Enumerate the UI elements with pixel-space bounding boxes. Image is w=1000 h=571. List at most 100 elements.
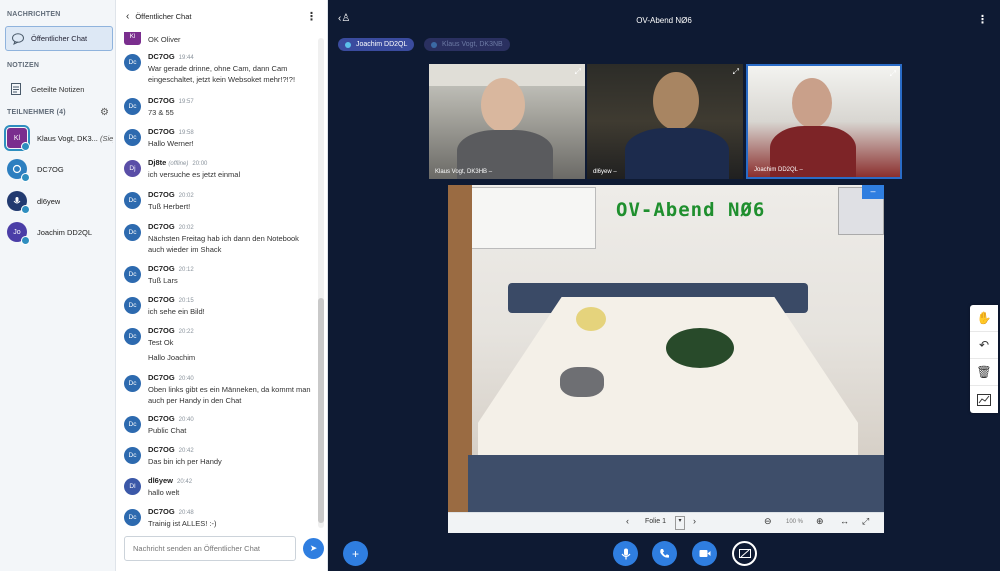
prev-slide-icon[interactable]: ‹ (626, 516, 629, 526)
fullscreen-icon[interactable]: ⤢ (890, 69, 896, 79)
presentation-area[interactable]: OV-Abend NØ6 – ‹ Folie 1 ▾ › ⊖ 100 % ⊕ ↔… (448, 185, 884, 533)
message-author: DC7OG 20:02 (148, 190, 194, 199)
undo-icon[interactable]: ↶ (970, 332, 998, 359)
chat-scrollbar[interactable] (318, 38, 324, 528)
avatar: Kl (124, 32, 141, 45)
video-camera-icon (699, 550, 710, 557)
fullscreen-icon[interactable]: ⤢ (575, 67, 581, 77)
avatar: Dc (124, 129, 141, 146)
whiteboard-multiuser-icon[interactable] (970, 386, 998, 413)
user-name: Klaus Vogt, DK3... (Sie) (37, 133, 113, 143)
user-item-dc7og[interactable]: DC7OG (7, 156, 113, 182)
message-text: ich versuche es jetzt einmal (148, 170, 241, 179)
notes-heading: NOTIZEN (7, 62, 40, 69)
message-time: 20:42 (178, 448, 194, 454)
message-text: War gerade drinne, ohne Cam, dann Cam ei… (148, 64, 296, 84)
avatar: Dc (124, 192, 141, 209)
gear-icon[interactable]: ⚙ (100, 107, 109, 118)
message-author: DC7OG 20:15 (148, 295, 194, 304)
shared-notes-item[interactable]: Geteilte Notizen (5, 78, 113, 100)
fullscreen-icon[interactable]: ⤢ (862, 516, 869, 527)
message-text: Tuß Herbert! (148, 202, 191, 211)
zoom-in-icon[interactable]: ⊕ (816, 516, 824, 527)
chat-message: Dl dl6yew 20:42 hallo welt (124, 476, 314, 498)
avatar: Dc (124, 447, 141, 464)
avatar: Dc (124, 297, 141, 314)
message-author: DC7OG 19:44 (148, 52, 194, 61)
message-time: 19:44 (178, 55, 194, 61)
public-chat-item[interactable]: Öffentlicher Chat (5, 26, 113, 51)
scrollbar-thumb[interactable] (318, 298, 324, 523)
microphone-icon (345, 41, 351, 48)
message-author: DC7OG 20:42 (148, 445, 194, 454)
share-webcam-button[interactable] (692, 541, 717, 566)
video-tile-klaus[interactable]: Klaus Vogt, DK3HB – ⤢ (429, 64, 585, 179)
advent-wreath (666, 328, 734, 368)
message-text: Test Ok (148, 338, 174, 347)
share-screen-button[interactable] (732, 541, 757, 566)
message-time: 20:02 (178, 193, 194, 199)
fullscreen-icon[interactable]: ⤢ (733, 67, 739, 77)
zoom-out-icon[interactable]: ⊖ (764, 516, 772, 527)
chevron-left-icon[interactable]: ‹ (126, 11, 129, 22)
chat-icon (12, 32, 24, 45)
slide-select[interactable]: Folie 1 (645, 518, 666, 525)
public-chat-label: Öffentlicher Chat (31, 34, 88, 43)
next-slide-icon[interactable]: › (693, 516, 696, 526)
message-time: 20:00 (192, 161, 208, 167)
chat-message: Dc DC7OG 20:02 Nächsten Freitag hab ich dan… (124, 222, 314, 255)
send-button[interactable]: ➤ (303, 538, 324, 559)
hand-tool-icon[interactable]: ✋ (970, 305, 998, 332)
chevron-down-icon[interactable]: ▾ (675, 516, 685, 530)
message-time: 20:02 (178, 225, 194, 231)
user-item-dl6yew[interactable]: dl6yew (7, 188, 113, 214)
more-options-icon[interactable]: ⋮ (306, 10, 317, 23)
main-area: ‹♙ OV-Abend NØ6 ⋮ Joachim DD2QL Klaus Vo… (328, 0, 1000, 571)
chairs-front (468, 455, 884, 512)
chat-panel: ‹ Öffentlicher Chat ⋮ Kl OK Oliver Dc DC7OG… (116, 0, 328, 571)
user-name: Joachim DD2QL (37, 227, 93, 237)
message-text: Trainig ist ALLES! :-) (148, 519, 217, 528)
wall-calendar (458, 187, 596, 249)
slide-image: OV-Abend NØ6 (448, 185, 884, 512)
avatar: Dj (124, 160, 141, 177)
mute-button[interactable] (613, 541, 638, 566)
actions-button[interactable]: + (343, 541, 368, 566)
avatar (7, 159, 30, 182)
message-text: Public Chat (148, 426, 187, 435)
cake (576, 307, 606, 331)
microphone-icon (21, 236, 30, 245)
video-label: Joachim DD2QL – (754, 167, 803, 173)
trash-icon[interactable]: 🗑 (970, 359, 998, 386)
chat-message: Dc DC7OG 20:15 ich sehe ein Bild! (124, 295, 314, 317)
avatar: Dc (124, 224, 141, 241)
chat-message: Dc DC7OG 20:22 Test Ok Hallo Joachim (124, 326, 314, 363)
user-list-sidebar: NACHRICHTEN Öffentlicher Chat NOTIZEN Ge… (0, 0, 116, 571)
message-time: 20:48 (178, 510, 194, 516)
presentation-toolbar: ‹ Folie 1 ▾ › ⊖ 100 % ⊕ ↔ ⤢ (448, 512, 884, 533)
message-author: Dj8te (offline) 20:00 (148, 158, 208, 167)
avatar: Dl (124, 478, 141, 495)
avatar (7, 191, 30, 214)
chat-message: Dc DC7OG 19:58 Hallo Werner! (124, 127, 314, 149)
user-item-joachim[interactable]: Jo Joachim DD2QL (7, 219, 113, 245)
fit-width-icon[interactable]: ↔ (840, 516, 849, 526)
message-text: 73 & 55 (148, 108, 174, 117)
chat-message: Kl OK Oliver (124, 32, 314, 45)
video-tile-dl6yew[interactable]: dl6yew – ⤢ (587, 64, 743, 179)
participants-heading: TEILNEHMER (4) (7, 109, 66, 116)
microphone-icon (431, 41, 437, 48)
user-item-klaus[interactable]: Kl Klaus Vogt, DK3... (Sie) (4, 125, 113, 151)
video-tile-joachim[interactable]: Joachim DD2QL – ⤢ (746, 64, 902, 179)
microphone-icon (21, 142, 30, 151)
more-options-icon[interactable]: ⋮ (977, 13, 988, 26)
leave-audio-button[interactable] (652, 541, 677, 566)
message-text: Oben links gibt es ein Männeken, da komm… (148, 385, 311, 405)
message-time: 20:15 (178, 298, 194, 304)
video-label: dl6yew – (593, 169, 617, 175)
message-author: DC7OG 20:02 (148, 222, 194, 231)
chat-message-input[interactable] (124, 536, 296, 561)
offline-label: (offline) (168, 161, 189, 167)
minimize-presentation-button[interactable]: – (862, 185, 884, 199)
avatar: Dc (124, 98, 141, 115)
